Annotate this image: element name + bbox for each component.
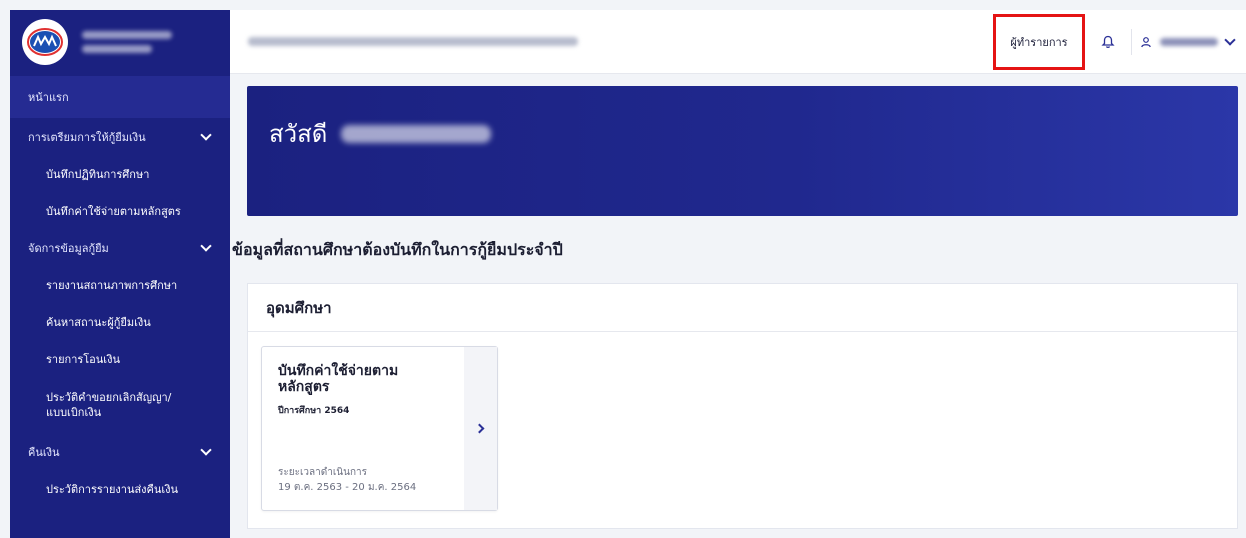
topbar-actions: ผู้ทำรายการ — [993, 10, 1246, 73]
chevron-down-icon — [200, 128, 212, 141]
sidebar-item-label: รายการโอนเงิน — [46, 352, 120, 366]
bell-icon[interactable] — [1093, 35, 1123, 49]
sidebar-item-label: บันทึกปฏิทินการศึกษา — [46, 167, 150, 181]
card-year: ปีการศึกษา 2564 — [278, 406, 350, 416]
sidebar-item-label: ค้นหาสถานะผู้กู้ยืมเงิน — [46, 315, 151, 329]
card-open-button[interactable] — [464, 347, 497, 510]
greeting: สวัสดี — [269, 114, 492, 153]
sidebar-item-label: รายงานสถานภาพการศึกษา — [46, 278, 178, 292]
panel-title: อุดมศึกษา — [248, 284, 1237, 332]
card-body: บันทึกค่าใช้จ่ายตาม หลักสูตร ปีการศึกษา … — [262, 347, 464, 510]
higher-education-panel: อุดมศึกษา บันทึกค่าใช้จ่ายตาม หลักสูตร ป… — [247, 283, 1238, 529]
card-period: 19 ต.ค. 2563 - 20 ม.ค. 2564 — [278, 482, 417, 493]
sidebar-item-label: การเตรียมการให้กู้ยืมเงิน — [28, 130, 146, 144]
sidebar-item-label: ประวัติการรายงานส่งคืนเงิน — [46, 482, 179, 496]
sidebar-item-label: หน้าแรก — [28, 91, 69, 104]
sidebar-item-refund-report-history[interactable]: ประวัติการรายงานส่งคืนเงิน — [10, 470, 230, 507]
section-title: ข้อมูลที่สถานศึกษาต้องบันทึกในการกู้ยืมป… — [232, 240, 563, 259]
card-title: บันทึกค่าใช้จ่ายตาม หลักสูตร — [278, 363, 399, 395]
sidebar-item-label: บันทึกค่าใช้จ่ายตามหลักสูตร — [46, 204, 181, 218]
sidebar-item-label: คืนเงิน — [28, 445, 60, 459]
chevron-right-icon — [474, 423, 485, 434]
chevron-down-icon — [200, 443, 212, 456]
org-name-blurred — [82, 31, 172, 53]
sidebar-item-search-borrower[interactable]: ค้นหาสถานะผู้กู้ยืมเงิน — [10, 303, 230, 340]
sidebar-item-academic-calendar[interactable]: บันทึกปฏิทินการศึกษา — [10, 155, 230, 192]
sidebar-nav: หน้าแรก การเตรียมการให้กู้ยืมเงิน บันทึก… — [10, 76, 230, 507]
sidebar-item-refund[interactable]: คืนเงิน — [10, 433, 230, 470]
chevron-down-icon — [200, 239, 212, 252]
institution-name-blurred — [248, 37, 578, 46]
curriculum-expense-card[interactable]: บันทึกค่าใช้จ่ายตาม หลักสูตร ปีการศึกษา … — [261, 346, 498, 511]
sidebar-item-cancellation-history[interactable]: ประวัติคำขอยกเลิกสัญญา/แบบเบิกเงิน — [10, 377, 230, 433]
sidebar-item-label: ประวัติคำขอยกเลิกสัญญา/แบบเบิกเงิน — [46, 391, 172, 419]
user-menu[interactable] — [1140, 33, 1236, 48]
sidebar-item-loan-preparation[interactable]: การเตรียมการให้กู้ยืมเงิน — [10, 118, 230, 155]
greeting-text: สวัสดี — [269, 120, 328, 148]
sidebar-item-study-status-report[interactable]: รายงานสถานภาพการศึกษา — [10, 266, 230, 303]
card-period-label: ระยะเวลาดำเนินการ — [278, 467, 367, 478]
sidebar: หน้าแรก การเตรียมการให้กู้ยืมเงิน บันทึก… — [10, 10, 230, 538]
user-fullname-blurred — [341, 124, 492, 143]
logo-icon — [27, 28, 63, 56]
user-icon — [1141, 36, 1151, 47]
sidebar-item-transfers[interactable]: รายการโอนเงิน — [10, 340, 230, 377]
user-name-blurred — [1160, 37, 1218, 46]
role-label: ผู้ทำรายการ — [1010, 35, 1068, 49]
sidebar-item-manage-loan-data[interactable]: จัดการข้อมูลกู้ยืม — [10, 229, 230, 266]
logo[interactable] — [22, 19, 68, 65]
sidebar-item-label: จัดการข้อมูลกู้ยืม — [28, 241, 109, 255]
welcome-banner: สวัสดี — [247, 86, 1238, 216]
divider — [1131, 28, 1132, 55]
sidebar-item-home[interactable]: หน้าแรก — [10, 76, 230, 118]
role-button[interactable]: ผู้ทำรายการ — [993, 13, 1085, 70]
chevron-down-icon — [1224, 33, 1236, 46]
sidebar-item-curriculum-expenses[interactable]: บันทึกค่าใช้จ่ายตามหลักสูตร — [10, 192, 230, 229]
topbar: ผู้ทำรายการ — [230, 10, 1246, 74]
logo-area — [10, 10, 230, 74]
